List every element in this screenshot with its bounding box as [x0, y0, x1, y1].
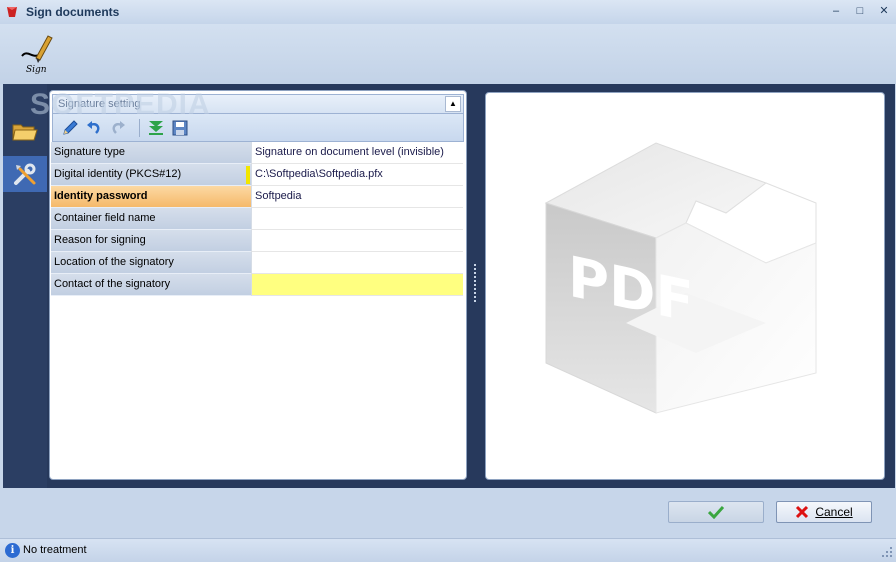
- property-value[interactable]: C:\Softpedia\Softpedia.pfx: [251, 164, 463, 186]
- side-navigation: [3, 84, 47, 488]
- property-value[interactable]: [251, 208, 463, 230]
- app-icon: [7, 7, 17, 17]
- main-content: Signature setting ▲ Signature type Signa…: [3, 84, 895, 488]
- pdf-cube-icon: PDF: [544, 142, 817, 414]
- svg-text:Sign: Sign: [26, 65, 47, 75]
- ribbon-toolbar: Sign: [0, 24, 896, 84]
- info-icon: i: [5, 543, 20, 558]
- window-title: Sign documents: [26, 5, 120, 19]
- preview-panel: PDF: [485, 92, 885, 480]
- title-bar: Sign documents – □ ✕: [0, 0, 896, 24]
- property-name: Identity password: [51, 186, 251, 208]
- property-row[interactable]: Reason for signing: [51, 230, 465, 252]
- property-name: Reason for signing: [51, 230, 251, 252]
- properties-panel: Signature setting ▲ Signature type Signa…: [49, 90, 467, 480]
- cancel-label: Cancel: [815, 505, 853, 519]
- property-value[interactable]: Signature on document level (invisible): [251, 142, 463, 164]
- resize-grip-icon[interactable]: [882, 547, 892, 557]
- property-grid: Signature type Signature on document lev…: [51, 142, 465, 296]
- property-value[interactable]: [251, 230, 463, 252]
- close-window-button[interactable]: ✕: [876, 4, 892, 18]
- status-bar: i No treatment: [0, 538, 896, 562]
- maximize-button[interactable]: □: [852, 4, 868, 18]
- watermark-text: SOFTPEDIA: [30, 88, 211, 121]
- sign-pen-icon[interactable]: Sign: [14, 28, 54, 78]
- changed-marker: [246, 166, 250, 184]
- panel-splitter[interactable]: [473, 264, 477, 304]
- status-text: No treatment: [23, 544, 87, 556]
- property-value[interactable]: [251, 274, 463, 296]
- property-row[interactable]: Container field name: [51, 208, 465, 230]
- collapse-button[interactable]: ▲: [445, 96, 461, 112]
- minimize-button[interactable]: –: [828, 4, 844, 18]
- folder-open-icon: [12, 124, 38, 141]
- property-name: Contact of the signatory: [51, 274, 251, 296]
- property-row-selected[interactable]: Identity password Softpedia: [51, 186, 465, 208]
- property-name: Digital identity (PKCS#12): [51, 164, 251, 186]
- ok-button[interactable]: [668, 501, 764, 523]
- nav-settings[interactable]: [3, 156, 47, 192]
- red-x-icon: [796, 505, 809, 519]
- property-row[interactable]: Contact of the signatory: [51, 274, 465, 296]
- cancel-button[interactable]: Cancel: [776, 501, 872, 523]
- property-value[interactable]: Softpedia: [251, 186, 463, 208]
- property-value[interactable]: [251, 252, 463, 274]
- checkmark-icon: [708, 505, 724, 519]
- property-name: Signature type: [51, 142, 251, 164]
- button-bar: Cancel: [0, 488, 896, 538]
- property-name: Location of the signatory: [51, 252, 251, 274]
- property-name: Container field name: [51, 208, 251, 230]
- property-row[interactable]: Signature type Signature on document lev…: [51, 142, 465, 164]
- property-row[interactable]: Digital identity (PKCS#12) C:\Softpedia\…: [51, 164, 465, 186]
- tools-icon: [14, 163, 36, 185]
- property-row[interactable]: Location of the signatory: [51, 252, 465, 274]
